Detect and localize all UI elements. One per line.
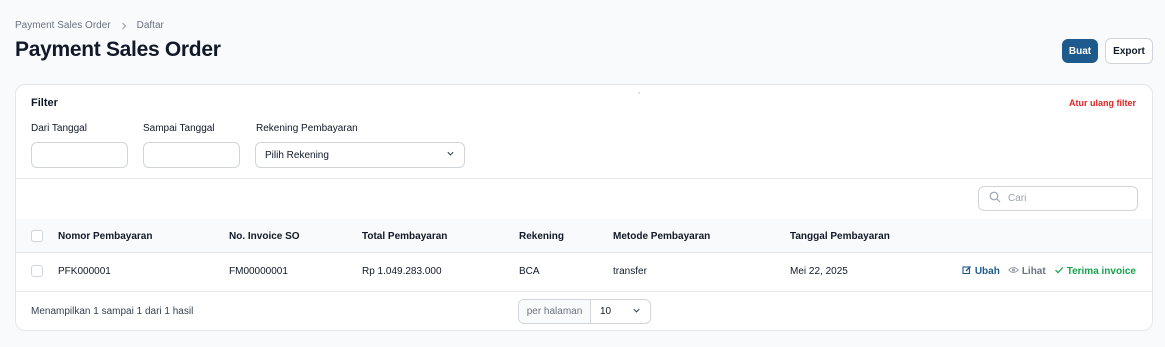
divider xyxy=(16,291,1152,292)
search-placeholder: Cari xyxy=(1008,193,1027,204)
row-actions: Ubah Lihat Terima invoice xyxy=(962,265,1136,278)
chevron-right-icon xyxy=(119,21,129,31)
cell-invoice: FM00000001 xyxy=(229,266,288,277)
row-checkbox[interactable] xyxy=(31,265,43,277)
account-select-value: Pilih Rekening xyxy=(265,149,329,161)
per-page-value: 10 xyxy=(600,306,612,317)
cell-total: Rp 1.049.283.000 xyxy=(362,266,442,277)
account-label: Rekening Pembayaran xyxy=(256,123,358,134)
account-select[interactable]: Pilih Rekening xyxy=(255,142,465,168)
create-button[interactable]: Buat xyxy=(1062,39,1098,63)
check-icon xyxy=(1054,265,1064,278)
breadcrumb: Payment Sales Order Daftar xyxy=(15,20,164,31)
view-label: Lihat xyxy=(1021,266,1046,277)
column-header-invoice[interactable]: No. Invoice SO xyxy=(229,231,300,242)
divider xyxy=(16,178,1152,179)
cell-date: Mei 22, 2025 xyxy=(790,266,848,277)
to-date-input[interactable] xyxy=(143,142,240,168)
accept-invoice-label: Terima invoice xyxy=(1066,266,1136,277)
table-header xyxy=(16,219,1152,252)
page-title: Payment Sales Order xyxy=(15,38,221,61)
accept-invoice-action[interactable]: Terima invoice xyxy=(1054,265,1136,278)
chevron-down-icon xyxy=(446,149,455,161)
search-icon xyxy=(989,191,1001,206)
payment-table-card: Filter Atur ulang filter Dari Tanggal Sa… xyxy=(15,84,1153,331)
select-all-checkbox[interactable] xyxy=(31,230,43,242)
export-button[interactable]: Export xyxy=(1105,38,1153,64)
cell-method: transfer xyxy=(613,266,647,277)
breadcrumb-current: Daftar xyxy=(136,20,164,31)
filter-title: Filter xyxy=(31,97,58,109)
from-date-input[interactable] xyxy=(31,142,128,168)
edit-icon xyxy=(962,265,972,278)
column-header-total[interactable]: Total Pembayaran xyxy=(362,231,447,242)
per-page-select[interactable]: per halaman 10 xyxy=(518,299,651,324)
column-header-number[interactable]: Nomor Pembayaran xyxy=(58,231,152,242)
edit-label: Ubah xyxy=(974,266,1000,277)
eye-icon xyxy=(1007,265,1019,278)
divider-dot xyxy=(638,92,640,94)
reset-filter-link[interactable]: Atur ulang filter xyxy=(1069,98,1136,108)
chevron-down-icon xyxy=(632,306,641,318)
per-page-value-box[interactable]: 10 xyxy=(591,300,650,323)
cell-account: BCA xyxy=(519,266,540,277)
search-input[interactable]: Cari xyxy=(978,186,1138,211)
view-action[interactable]: Lihat xyxy=(1007,265,1046,278)
from-date-label: Dari Tanggal xyxy=(31,123,87,134)
column-header-method[interactable]: Metode Pembayaran xyxy=(613,231,710,242)
cell-number: PFK000001 xyxy=(58,266,111,277)
column-header-account[interactable]: Rekening xyxy=(519,231,564,242)
edit-action[interactable]: Ubah xyxy=(962,265,1000,278)
divider xyxy=(16,252,1152,253)
pagination-summary: Menampilkan 1 sampai 1 dari 1 hasil xyxy=(31,306,194,317)
per-page-label: per halaman xyxy=(519,300,591,323)
breadcrumb-parent-link[interactable]: Payment Sales Order xyxy=(15,20,111,31)
column-header-date[interactable]: Tanggal Pembayaran xyxy=(790,231,890,242)
to-date-label: Sampai Tanggal xyxy=(143,123,215,134)
